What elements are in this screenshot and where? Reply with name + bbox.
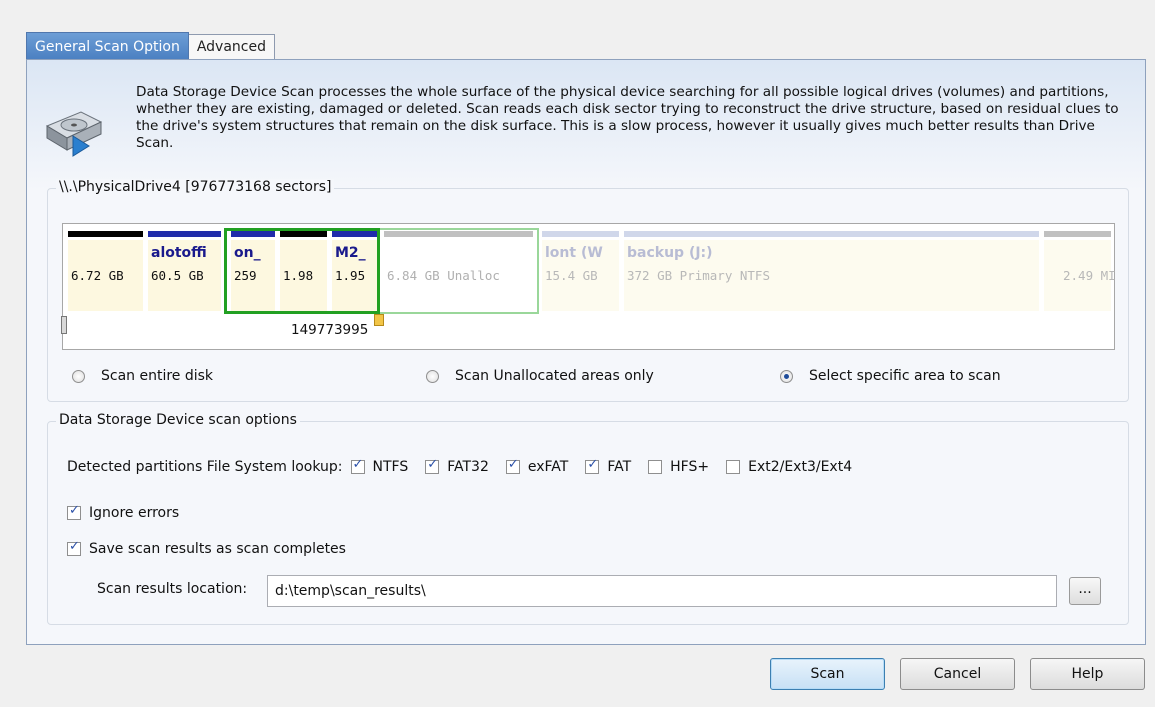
scan-results-location-input[interactable]: d:\temp\scan_results\ (267, 575, 1057, 607)
fs-ext[interactable]: Ext2/Ext3/Ext4 (726, 459, 852, 475)
range-end-sector-label: 149773995 (291, 322, 369, 338)
general-scan-panel: Data Storage Device Scan processes the w… (26, 59, 1146, 645)
tab-general-scan-option[interactable]: General Scan Option (26, 32, 189, 60)
save-results-label: Save scan results as scan completes (89, 541, 346, 557)
cancel-button[interactable]: Cancel (900, 658, 1015, 690)
physical-drive-title: \\.\PhysicalDrive4 [976773168 sectors] (56, 179, 335, 195)
partition-size: 2.49 MI (1063, 268, 1116, 283)
fs-lookup-row: Detected partitions File System lookup: … (67, 457, 869, 475)
radio-specific-area[interactable] (780, 369, 793, 383)
ext-checkbox[interactable] (726, 460, 741, 474)
partition-2[interactable]: alotoffi 60.5 GB (147, 231, 223, 311)
scan-area-selection-extent (380, 228, 539, 314)
partition-name: backup (J:) (627, 245, 713, 261)
fs-label: FAT32 (447, 459, 489, 475)
scan-mode-specific[interactable]: Select specific area to scan (780, 368, 1001, 384)
save-results-checkbox[interactable] (67, 539, 81, 556)
disk-map[interactable]: 6.72 GB alotoffi 60.5 GB on_ 259 1.98 M2… (61, 223, 1116, 350)
radio-unallocated[interactable] (426, 369, 439, 383)
scan-area-selection[interactable] (224, 228, 380, 314)
radio-label: Scan entire disk (101, 368, 214, 384)
tab-strip: General Scan Option Advanced (26, 32, 275, 60)
fs-ntfs[interactable]: NTFS (350, 457, 409, 475)
ignore-errors-label: Ignore errors (89, 505, 180, 521)
fs-fat[interactable]: FAT (585, 457, 632, 475)
fs-label: exFAT (527, 459, 569, 475)
fs-lookup-label: Detected partitions File System lookup: (67, 459, 343, 475)
partition-backup[interactable]: backup (J:) 372 GB Primary NTFS (623, 231, 1041, 311)
scan-mode-entire[interactable]: Scan entire disk (72, 368, 213, 384)
browse-button[interactable]: ... (1069, 577, 1101, 605)
scan-options-title: Data Storage Device scan options (56, 412, 300, 428)
partition-1[interactable]: 6.72 GB (67, 231, 145, 311)
fs-fat32[interactable]: FAT32 (425, 457, 489, 475)
ignore-errors-checkbox[interactable] (67, 503, 81, 520)
partition-size: 60.5 GB (151, 268, 204, 283)
partition-7[interactable]: lont (W 15.4 GB (541, 231, 621, 311)
radio-label: Select specific area to scan (809, 368, 1001, 384)
help-button[interactable]: Help (1030, 658, 1145, 690)
save-results-row[interactable]: Save scan results as scan completes (67, 539, 346, 557)
hfs-checkbox[interactable] (648, 460, 663, 474)
scan-description: Data Storage Device Scan processes the w… (136, 84, 1119, 151)
fs-hfs[interactable]: HFS+ (648, 459, 709, 475)
partition-size: 6.72 GB (71, 268, 124, 283)
range-end-handle[interactable] (374, 314, 384, 326)
partition-name: lont (W (545, 245, 603, 261)
exfat-checkbox[interactable] (505, 457, 520, 474)
radio-label: Scan Unallocated areas only (455, 368, 654, 384)
scan-button[interactable]: Scan (770, 658, 885, 690)
fs-label: FAT (607, 459, 632, 475)
partition-size: 372 GB Primary NTFS (627, 268, 770, 283)
range-start-handle[interactable] (61, 316, 67, 334)
fs-label: NTFS (372, 459, 409, 475)
tab-advanced[interactable]: Advanced (188, 34, 275, 60)
fat-checkbox[interactable] (585, 457, 600, 474)
partition-size: 15.4 GB (545, 268, 598, 283)
fs-label: HFS+ (670, 459, 710, 475)
ntfs-checkbox[interactable] (350, 457, 365, 474)
partition-9[interactable]: 2.49 MI (1043, 231, 1116, 311)
radio-entire-disk[interactable] (72, 369, 85, 383)
fat32-checkbox[interactable] (425, 457, 440, 474)
disk-scan-icon (43, 100, 105, 162)
partition-name: alotoffi (151, 245, 207, 261)
scan-mode-unallocated[interactable]: Scan Unallocated areas only (426, 368, 654, 384)
fs-exfat[interactable]: exFAT (505, 457, 569, 475)
location-label: Scan results location: (97, 581, 248, 597)
fs-label: Ext2/Ext3/Ext4 (748, 459, 853, 475)
ignore-errors-row[interactable]: Ignore errors (67, 503, 180, 521)
